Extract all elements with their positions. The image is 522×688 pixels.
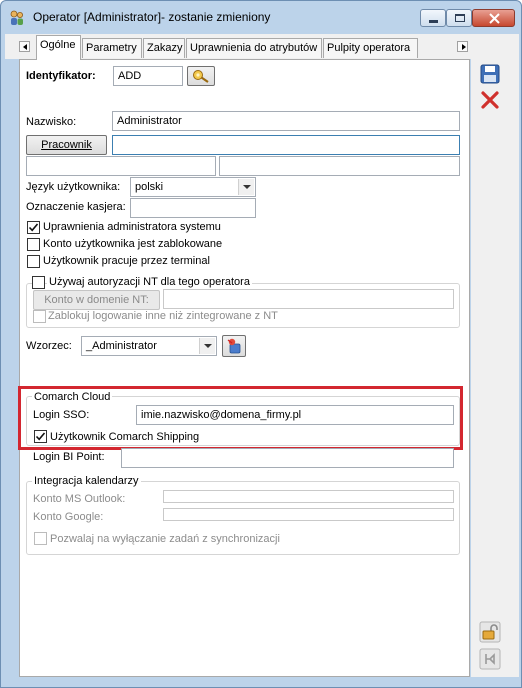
title-bar[interactable]: Operator [Administrator]- zostanie zmien…	[1, 1, 521, 33]
use-nt-checkbox[interactable]	[32, 276, 45, 289]
window-title: Operator [Administrator]- zostanie zmien…	[33, 10, 271, 24]
employee-field[interactable]	[112, 135, 460, 155]
account-locked-label: Konto użytkownika jest zablokowane	[43, 238, 223, 250]
close-button[interactable]	[472, 9, 515, 27]
employee-button-label: Pracownik	[41, 139, 92, 151]
tab-label: Ogólne	[40, 39, 76, 51]
tab-label: Zakazy	[147, 42, 183, 54]
identifier-lookup-button[interactable]	[187, 66, 215, 86]
unlock-icon[interactable]	[479, 621, 501, 643]
template-action-button[interactable]	[222, 335, 246, 357]
block-other-logins-checkbox[interactable]	[33, 310, 46, 323]
cashier-field[interactable]	[130, 198, 256, 218]
save-icon[interactable]	[479, 63, 501, 85]
terminal-label: Użytkownik pracuje przez terminal	[43, 255, 210, 267]
template-icon	[227, 338, 241, 354]
chevron-down-icon	[238, 179, 254, 195]
highlight-box	[18, 386, 463, 450]
template-value: _Administrator	[86, 340, 157, 352]
outlook-field[interactable]	[163, 490, 454, 503]
close-icon	[489, 13, 500, 24]
language-label: Język użytkownika:	[26, 181, 121, 193]
tab-pulpity-operatora[interactable]: Pulpity operatora	[323, 38, 418, 58]
google-field[interactable]	[163, 508, 454, 521]
tab-label: Pulpity operatora	[327, 42, 411, 54]
admin-rights-checkbox[interactable]	[27, 221, 40, 234]
template-select[interactable]: _Administrator	[81, 336, 217, 356]
identifier-field[interactable]: ADD	[113, 66, 183, 86]
domain-account-field[interactable]	[163, 289, 454, 309]
pin-icon[interactable]	[479, 648, 501, 670]
employee-detail-field-1[interactable]	[26, 156, 216, 176]
action-strip	[471, 59, 519, 677]
language-value: polski	[135, 181, 164, 193]
tab-scroll-left-button[interactable]	[19, 41, 30, 52]
tab-uprawnienia-do-atrybutow[interactable]: Uprawnienia do atrybutów	[186, 38, 322, 58]
arrow-right-icon	[462, 44, 466, 50]
chevron-down-icon	[199, 338, 215, 354]
account-locked-checkbox[interactable]	[27, 238, 40, 251]
tab-scroll-right-button[interactable]	[457, 41, 468, 52]
allow-disable-sync-label: Pozwalaj na wyłączanie zadań z synchroni…	[50, 533, 280, 545]
general-tab-panel: Identyfikator: ADD Nazwisko: Administrat…	[18, 59, 470, 677]
template-label: Wzorzec:	[26, 340, 72, 352]
identifier-label: Identyfikator:	[26, 70, 96, 82]
google-label: Konto Google:	[33, 511, 104, 523]
cashier-label: Oznaczenie kasjera:	[26, 201, 126, 213]
domain-account-button[interactable]: Konto w domenie NT:	[33, 290, 160, 310]
minimize-icon	[429, 20, 438, 23]
surname-label: Nazwisko:	[26, 116, 77, 128]
tab-label: Parametry	[86, 42, 137, 54]
minimize-button[interactable]	[420, 9, 446, 27]
tab-strip: Ogólne Parametry Zakazy Uprawnienia do a…	[5, 34, 519, 60]
domain-account-button-label: Konto w domenie NT:	[44, 294, 149, 306]
language-select[interactable]: polski	[130, 177, 256, 197]
bi-login-label: Login BI Point:	[33, 451, 105, 463]
arrow-left-icon	[23, 44, 27, 50]
tab-zakazy[interactable]: Zakazy	[143, 38, 185, 58]
operator-window: Operator [Administrator]- zostanie zmien…	[0, 0, 522, 688]
tab-ogolne[interactable]: Ogólne	[36, 35, 81, 60]
employee-detail-field-2[interactable]	[219, 156, 460, 176]
admin-rights-label: Uprawnienia administratora systemu	[43, 221, 221, 233]
use-nt-label: Używaj autoryzacji NT dla tego operatora	[47, 276, 252, 288]
tab-parametry[interactable]: Parametry	[82, 38, 142, 58]
block-other-logins-label: Zablokuj logowanie inne niż zintegrowane…	[48, 310, 278, 322]
calendar-title: Integracja kalendarzy	[32, 475, 141, 487]
surname-field[interactable]: Administrator	[112, 111, 460, 131]
maximize-button[interactable]	[446, 9, 472, 27]
allow-disable-sync-checkbox[interactable]	[34, 532, 47, 545]
tab-label: Uprawnienia do atrybutów	[190, 42, 318, 54]
key-search-icon	[193, 70, 209, 83]
outlook-label: Konto MS Outlook:	[33, 493, 126, 505]
checkmark-icon	[28, 223, 39, 232]
operator-app-icon	[10, 10, 23, 25]
cancel-icon[interactable]	[479, 89, 501, 111]
terminal-checkbox[interactable]	[27, 255, 40, 268]
bi-login-field[interactable]	[121, 448, 454, 468]
maximize-icon	[455, 14, 465, 22]
employee-button[interactable]: Pracownik	[26, 135, 107, 155]
